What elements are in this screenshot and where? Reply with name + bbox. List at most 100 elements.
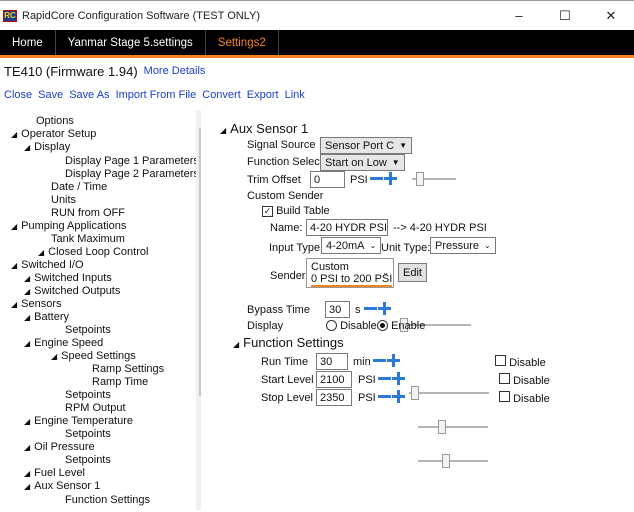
trim-offset-input[interactable]: 0: [310, 171, 345, 188]
expand-triangle-icon[interactable]: ◢: [24, 143, 30, 152]
maximize-button[interactable]: ☐: [542, 8, 588, 24]
tree-item-speed-settings[interactable]: ◢ Speed Settings: [51, 350, 136, 362]
expand-triangle-icon[interactable]: ◢: [24, 443, 30, 452]
stop-level-disable-option[interactable]: Disable: [499, 391, 550, 405]
minus-icon[interactable]: [364, 307, 377, 310]
expand-triangle-icon[interactable]: ◢: [11, 222, 17, 231]
slider-thumb[interactable]: [411, 386, 419, 400]
tree-item-engine-temperature[interactable]: ◢ Engine Temperature: [24, 415, 133, 427]
tree-item-engine-temp-setpoints[interactable]: Setpoints: [65, 428, 111, 440]
collapse-triangle-icon[interactable]: ◢: [233, 340, 239, 349]
tree-item-run-from-off[interactable]: RUN from OFF: [51, 207, 125, 219]
tree-item-battery[interactable]: ◢ Battery: [24, 311, 69, 323]
tree-item-function-settings[interactable]: Function Settings: [65, 494, 150, 506]
menu-import-from-file[interactable]: Import From File: [116, 89, 197, 101]
slider-thumb[interactable]: [438, 420, 446, 434]
tree-item-engine-speed[interactable]: ◢ Engine Speed: [24, 337, 103, 349]
tree-item-sensors[interactable]: ◢ Sensors: [11, 298, 62, 310]
plus-icon[interactable]: [384, 172, 397, 185]
tree-item-switched-inputs[interactable]: ◢ Switched Inputs: [24, 272, 112, 284]
expand-triangle-icon[interactable]: ◢: [24, 313, 30, 322]
tree-item-operator-setup[interactable]: ◢ Operator Setup: [11, 128, 96, 140]
tree-item-aux-sensor-1[interactable]: ◢ Aux Sensor 1: [24, 480, 100, 492]
minus-icon[interactable]: [373, 359, 386, 362]
expand-triangle-icon[interactable]: ◢: [24, 287, 30, 296]
disable-checkbox[interactable]: [495, 355, 506, 366]
run-time-disable-option[interactable]: Disable: [495, 355, 546, 369]
start-level-input[interactable]: 2100: [316, 371, 352, 388]
plus-icon[interactable]: [378, 302, 391, 315]
menu-export[interactable]: Export: [247, 89, 279, 101]
tree-item-options[interactable]: Options: [36, 115, 74, 127]
menu-save[interactable]: Save: [38, 89, 63, 101]
expand-triangle-icon[interactable]: ◢: [24, 339, 30, 348]
expand-triangle-icon[interactable]: ◢: [24, 274, 30, 283]
minus-icon[interactable]: [378, 377, 391, 380]
tree-item-engine-speed-setpoints[interactable]: Setpoints: [65, 389, 111, 401]
unit-type-select[interactable]: Pressure ⌄: [430, 237, 496, 254]
signal-source-select[interactable]: Sensor Port C ▼: [320, 137, 413, 154]
build-table-checkbox[interactable]: ✓: [262, 206, 273, 217]
edit-button[interactable]: Edit: [398, 263, 427, 282]
sender-name-input[interactable]: 4-20 HYDR PSI: [306, 219, 388, 236]
input-type-select[interactable]: 4-20mA ⌄: [321, 237, 382, 254]
bypass-time-input[interactable]: 30: [325, 301, 350, 318]
disable-checkbox[interactable]: [499, 391, 510, 402]
stop-level-slider[interactable]: [418, 453, 488, 469]
tree-item-ramp-settings[interactable]: Ramp Settings: [92, 363, 164, 375]
minus-icon[interactable]: [370, 177, 383, 180]
scroll-thumb[interactable]: [199, 128, 201, 396]
tree-item-display-page-2[interactable]: Display Page 2 Parameters: [65, 168, 199, 180]
start-level-disable-option[interactable]: Disable: [499, 373, 550, 387]
tree-item-oil-pressure-setpoints[interactable]: Setpoints: [65, 454, 111, 466]
slider-thumb[interactable]: [442, 454, 450, 468]
tab-settings2[interactable]: Settings2: [206, 30, 279, 55]
expand-triangle-icon[interactable]: ◢: [38, 248, 44, 257]
expand-triangle-icon[interactable]: ◢: [11, 130, 17, 139]
expand-triangle-icon[interactable]: ◢: [51, 352, 57, 361]
tree-item-display[interactable]: ◢ Display: [24, 141, 70, 153]
enable-radio[interactable]: [377, 320, 388, 331]
tree-item-ramp-time[interactable]: Ramp Time: [92, 376, 148, 388]
tree-item-display-page-1[interactable]: Display Page 1 Parameters: [65, 155, 199, 167]
function-select[interactable]: Start on Low ▼: [320, 154, 405, 171]
tree-item-rpm-output[interactable]: RPM Output: [65, 402, 126, 414]
scroll-up-icon[interactable]: ▲: [196, 110, 201, 124]
display-disable-option[interactable]: Disable: [326, 320, 377, 332]
minus-icon[interactable]: [378, 395, 391, 398]
expand-triangle-icon[interactable]: ◢: [24, 417, 30, 426]
tree-item-battery-setpoints[interactable]: Setpoints: [65, 324, 111, 336]
disable-checkbox[interactable]: [499, 373, 510, 384]
scroll-down-icon[interactable]: ▼: [196, 496, 201, 510]
expand-triangle-icon[interactable]: ◢: [24, 469, 30, 478]
tree-item-switched-io[interactable]: ◢ Switched I/O: [11, 259, 84, 271]
stop-level-input[interactable]: 2350: [316, 389, 352, 406]
slider-thumb[interactable]: [416, 172, 424, 186]
minimize-button[interactable]: –: [496, 8, 542, 23]
build-table-option[interactable]: ✓ Build Table: [262, 205, 330, 217]
sender-select[interactable]: Custom 0 PSI to 200 PSI ⌄: [306, 258, 394, 288]
disable-radio[interactable]: [326, 320, 337, 331]
plus-icon[interactable]: [392, 372, 405, 385]
tree-item-tank-maximum[interactable]: Tank Maximum: [51, 233, 125, 245]
display-enable-option[interactable]: Enable: [377, 320, 425, 332]
plus-icon[interactable]: [392, 390, 405, 403]
menu-close[interactable]: Close: [4, 89, 32, 101]
expand-triangle-icon[interactable]: ◢: [11, 261, 17, 270]
run-time-input[interactable]: 30: [316, 353, 348, 370]
function-settings-header[interactable]: ◢ Function Settings: [233, 335, 344, 350]
trim-offset-slider[interactable]: [412, 171, 456, 187]
collapse-triangle-icon[interactable]: ◢: [220, 126, 226, 135]
expand-triangle-icon[interactable]: ◢: [24, 482, 30, 491]
tree-item-units[interactable]: Units: [51, 194, 76, 206]
tree-item-pumping-applications[interactable]: ◢ Pumping Applications: [11, 220, 126, 232]
more-details-link[interactable]: More Details: [144, 65, 206, 77]
plus-icon[interactable]: [387, 354, 400, 367]
close-window-button[interactable]: ✕: [588, 8, 634, 24]
tree-item-date-time[interactable]: Date / Time: [51, 181, 107, 193]
aux-sensor-header[interactable]: ◢ Aux Sensor 1: [220, 121, 308, 136]
tree-item-fuel-level[interactable]: ◢ Fuel Level: [24, 467, 85, 479]
tree-item-closed-loop-control[interactable]: ◢ Closed Loop Control: [38, 246, 148, 258]
tree-item-switched-outputs[interactable]: ◢ Switched Outputs: [24, 285, 120, 297]
run-time-slider[interactable]: [409, 385, 489, 401]
